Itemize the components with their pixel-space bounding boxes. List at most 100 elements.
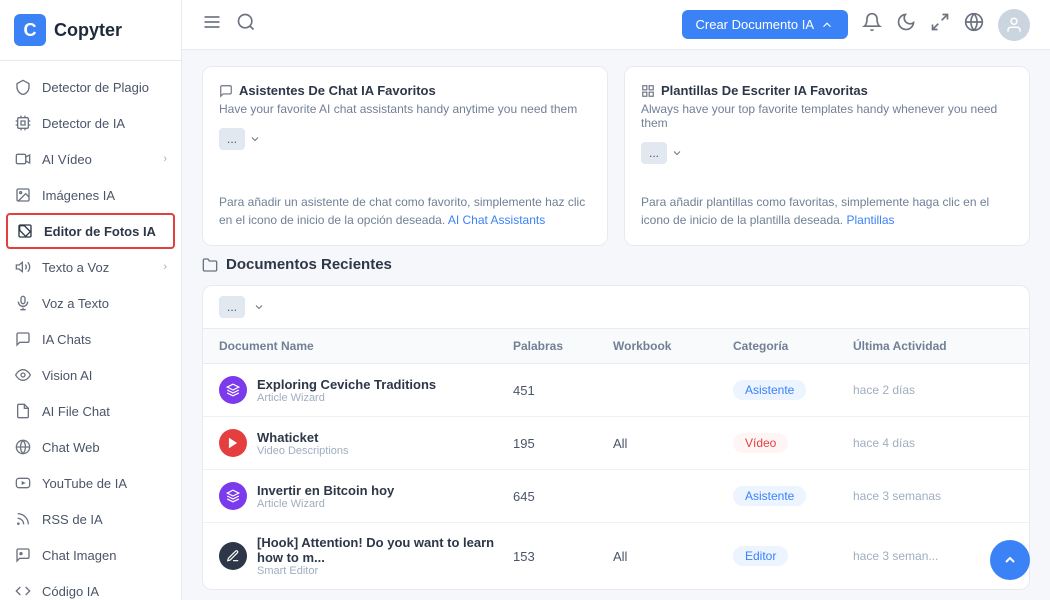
video-icon — [14, 150, 32, 168]
col-workbook: Workbook — [613, 339, 733, 353]
col-categoria: Categoría — [733, 339, 853, 353]
cpu-icon — [14, 114, 32, 132]
youtube-icon — [14, 474, 32, 492]
table-header: Document Name Palabras Workbook Categorí… — [203, 329, 1029, 364]
sidebar-item-ia-chats[interactable]: IA Chats — [0, 321, 181, 357]
doc-cell-name: Whaticket Video Descriptions — [219, 429, 513, 457]
main-content: Asistentes De Chat IA Favoritos Have you… — [182, 50, 1050, 600]
card-templates-subtitle: Always have your top favorite templates … — [641, 102, 1013, 130]
sidebar-item-vision-ai[interactable]: Vision AI — [0, 357, 181, 393]
doc-icon-video — [219, 429, 247, 457]
documents-table: ... Document Name Palabras Workbook Cate… — [202, 285, 1030, 590]
doc-cell-name: [Hook] Attention! Do you want to learn h… — [219, 535, 513, 577]
sidebar-item-label: Detector de IA — [42, 116, 167, 131]
sidebar-item-rss-ia[interactable]: RSS de IA — [0, 501, 181, 537]
card-templates-dots: ... — [641, 142, 1013, 164]
recent-docs-header: Documentos Recientes — [202, 256, 1030, 273]
sidebar-item-youtube-ia[interactable]: YouTube de IA — [0, 465, 181, 501]
file-chat-icon — [14, 402, 32, 420]
topbar: Crear Documento IA — [182, 0, 1050, 50]
sidebar-item-label: AI Vídeo — [42, 152, 153, 167]
card-templates-link[interactable]: Plantillas — [847, 213, 895, 227]
doc-workbook: All — [613, 436, 733, 451]
chevron-right-icon: › — [163, 153, 167, 165]
doc-actividad: hace 3 semanas — [853, 489, 1013, 503]
doc-categoria: Asistente — [733, 380, 853, 400]
search-icon[interactable] — [236, 12, 256, 37]
categoria-badge: Vídeo — [733, 433, 788, 453]
categoria-badge: Asistente — [733, 380, 806, 400]
expand-icon[interactable] — [930, 12, 950, 37]
card-chat-dots-btn[interactable]: ... — [219, 128, 245, 150]
card-chat-assistants: Asistentes De Chat IA Favoritos Have you… — [202, 66, 608, 246]
doc-palabras: 645 — [513, 489, 613, 504]
mic-icon — [14, 294, 32, 312]
sidebar-item-editor-fotos-ia[interactable]: Editor de Fotos IA — [6, 213, 175, 249]
sidebar-item-chat-web[interactable]: Chat Web — [0, 429, 181, 465]
code-icon — [14, 582, 32, 600]
scroll-top-button[interactable] — [990, 540, 1030, 580]
sidebar-item-imagenes-ia[interactable]: Imágenes IA — [0, 177, 181, 213]
sidebar-item-label: Texto a Voz — [42, 260, 153, 275]
card-chat-link[interactable]: AI Chat Assistants — [448, 213, 545, 227]
table-row[interactable]: Whaticket Video Descriptions 195 All Víd… — [203, 417, 1029, 470]
bell-icon[interactable] — [862, 12, 882, 37]
sidebar-item-voz-a-texto[interactable]: Voz a Texto — [0, 285, 181, 321]
sidebar-item-label: Chat Web — [42, 440, 167, 455]
sidebar-item-ai-file-chat[interactable]: AI File Chat — [0, 393, 181, 429]
doc-icon-wizard2 — [219, 482, 247, 510]
doc-cell-name: Exploring Ceviche Traditions Article Wiz… — [219, 376, 513, 404]
globe-topbar-icon[interactable] — [964, 12, 984, 37]
doc-actividad: hace 4 días — [853, 436, 1013, 450]
shield-icon — [14, 78, 32, 96]
chevron-right-icon: › — [163, 261, 167, 273]
card-chat-subtitle: Have your favorite AI chat assistants ha… — [219, 102, 591, 116]
card-chat-body: Para añadir un asistente de chat como fa… — [219, 193, 591, 229]
sidebar-logo: C Copyter — [0, 0, 181, 61]
sidebar-item-label: Chat Imagen — [42, 548, 167, 563]
logo-box: C — [14, 14, 46, 46]
table-dots-btn[interactable]: ... — [219, 296, 245, 318]
doc-palabras: 451 — [513, 383, 613, 398]
sidebar-item-ai-video[interactable]: AI Vídeo › — [0, 141, 181, 177]
recent-docs-section: Documentos Recientes ... Document Name P… — [182, 256, 1050, 600]
doc-cell-name: Invertir en Bitcoin hoy Article Wizard — [219, 482, 513, 510]
doc-categoria: Vídeo — [733, 433, 853, 453]
photo-edit-icon — [16, 222, 34, 240]
sidebar-item-label: RSS de IA — [42, 512, 167, 527]
create-document-button[interactable]: Crear Documento IA — [682, 10, 849, 39]
sidebar-item-detector-plagio[interactable]: Detector de Plagio — [0, 69, 181, 105]
sidebar-item-label: Vision AI — [42, 368, 167, 383]
doc-workbook: All — [613, 549, 733, 564]
card-templates: Plantillas De Escriter IA Favoritas Alwa… — [624, 66, 1030, 246]
card-templates-title: Plantillas De Escriter IA Favoritas — [641, 83, 1013, 98]
sidebar-item-codigo-ia[interactable]: Código IA — [0, 573, 181, 600]
recent-docs-title: Documentos Recientes — [202, 256, 392, 273]
col-ultima-actividad: Última Actividad — [853, 339, 1013, 353]
doc-categoria: Asistente — [733, 486, 853, 506]
sidebar-item-label: YouTube de IA — [42, 476, 167, 491]
table-row[interactable]: [Hook] Attention! Do you want to learn h… — [203, 523, 1029, 589]
card-templates-dots-btn[interactable]: ... — [641, 142, 667, 164]
sidebar-item-label: Código IA — [42, 584, 167, 599]
doc-actividad: hace 2 días — [853, 383, 1013, 397]
table-toolbar: ... — [203, 286, 1029, 329]
speaker-icon — [14, 258, 32, 276]
sidebar-item-chat-imagen[interactable]: Chat Imagen — [0, 537, 181, 573]
table-row[interactable]: Invertir en Bitcoin hoy Article Wizard 6… — [203, 470, 1029, 523]
sidebar-item-texto-a-voz[interactable]: Texto a Voz › — [0, 249, 181, 285]
card-chat-dots: ... — [219, 128, 591, 150]
sidebar-item-detector-ia[interactable]: Detector de IA — [0, 105, 181, 141]
col-palabras: Palabras — [513, 339, 613, 353]
card-templates-body: Para añadir plantillas como favoritas, s… — [641, 193, 1013, 229]
moon-icon[interactable] — [896, 12, 916, 37]
avatar[interactable] — [998, 9, 1030, 41]
doc-palabras: 195 — [513, 436, 613, 451]
table-row[interactable]: Exploring Ceviche Traditions Article Wiz… — [203, 364, 1029, 417]
sidebar-item-label: Detector de Plagio — [42, 80, 167, 95]
doc-palabras: 153 — [513, 549, 613, 564]
doc-info: Invertir en Bitcoin hoy Article Wizard — [257, 483, 394, 510]
card-chat-title: Asistentes De Chat IA Favoritos — [219, 83, 591, 98]
image-icon — [14, 186, 32, 204]
menu-icon[interactable] — [202, 12, 222, 37]
